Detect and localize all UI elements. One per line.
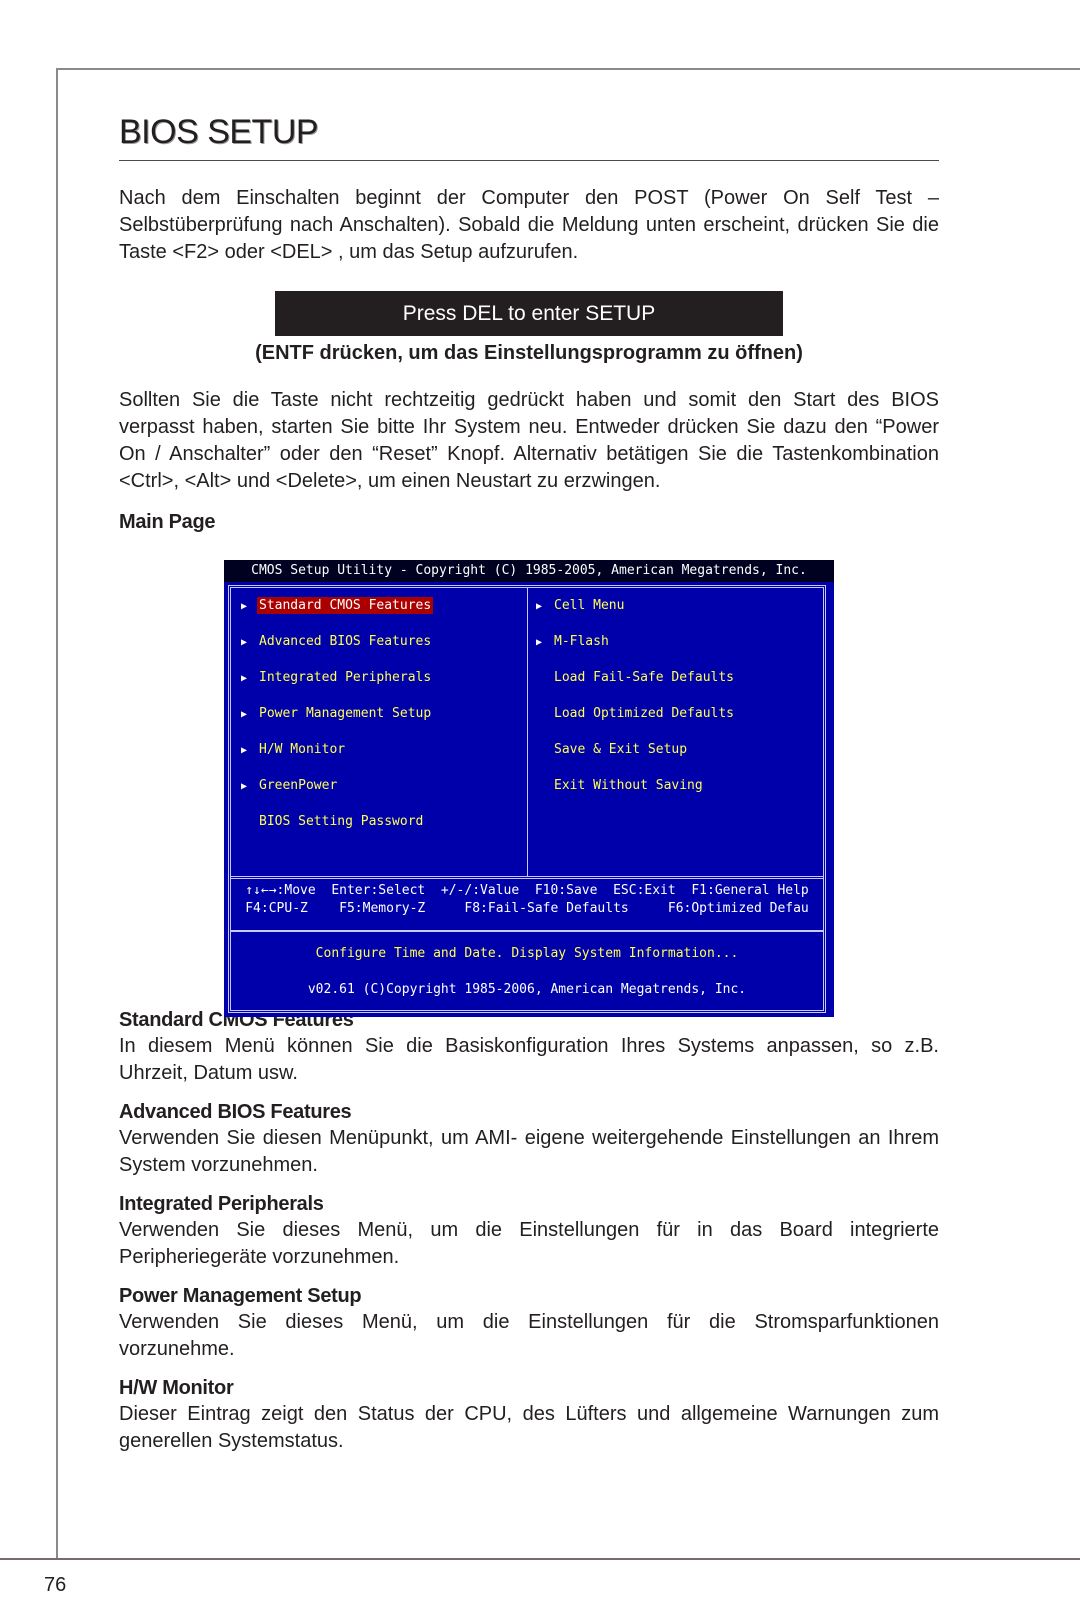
bios-menu-item[interactable]: ▶ M-Flash bbox=[536, 630, 736, 666]
bios-menu-item-label: Load Optimized Defaults bbox=[554, 706, 735, 721]
bios-menu-item-label: GreenPower bbox=[259, 778, 338, 793]
bios-menu-item-label: BIOS Setting Password bbox=[259, 814, 424, 829]
submenu-arrow-icon: ▶ bbox=[536, 637, 543, 648]
press-del-banner: Press DEL to enter SETUP bbox=[275, 291, 783, 336]
bios-menu-item[interactable]: Load Optimized Defaults bbox=[536, 702, 736, 738]
section-heading: Advanced BIOS Features bbox=[119, 1101, 352, 1123]
intro-paragraph: Nach dem Einschalten beginnt der Compute… bbox=[119, 187, 939, 263]
section-advanced-bios: Advanced BIOS Features Verwenden Sie die… bbox=[119, 1099, 939, 1179]
bios-menu-item-label: Exit Without Saving bbox=[554, 778, 703, 793]
section-text: Verwenden Sie dieses Menü, um die Einste… bbox=[119, 1311, 939, 1360]
restart-paragraph: Sollten Sie die Taste nicht rechtzeitig … bbox=[119, 389, 939, 492]
bios-menu-item[interactable]: Exit Without Saving bbox=[536, 774, 736, 810]
submenu-arrow-icon: ▶ bbox=[536, 601, 543, 612]
section-text: Verwenden Sie dieses Menü, um die Einste… bbox=[119, 1219, 939, 1268]
bios-version: v02.61 (C)Copyright 1985-2006, American … bbox=[307, 982, 747, 997]
section-heading: H/W Monitor bbox=[119, 1377, 234, 1399]
page-title: BIOS SETUP bbox=[119, 113, 319, 151]
bios-menu-item-label: Integrated Peripherals bbox=[259, 670, 432, 685]
bios-menu-item-label: Power Management Setup bbox=[259, 706, 432, 721]
press-del-caption: (ENTF drücken, um das Einstellungsprogra… bbox=[255, 342, 803, 364]
page-frame-left bbox=[56, 68, 58, 1559]
bios-screenshot: CMOS Setup Utility - Copyright (C) 1985-… bbox=[224, 560, 834, 1017]
section-power-management: Power Management Setup Verwenden Sie die… bbox=[119, 1283, 939, 1363]
submenu-arrow-icon: ▶ bbox=[241, 601, 248, 612]
bios-menu-frame: ▶ Standard CMOS Features ▶ Advanced BIOS Fe… bbox=[228, 585, 826, 1013]
section-integrated-peripherals: Integrated Peripherals Verwenden Sie die… bbox=[119, 1191, 939, 1271]
bios-menu-item-label: Cell Menu bbox=[554, 598, 625, 613]
bios-column-divider bbox=[527, 588, 528, 876]
bios-menu-item[interactable]: Save & Exit Setup bbox=[536, 738, 736, 774]
page-number: 76 bbox=[44, 1574, 67, 1596]
bios-menu-item-label: Standard CMOS Features bbox=[257, 597, 434, 614]
page-frame-bottom bbox=[0, 1558, 1080, 1560]
bios-menu-item-label: Save & Exit Setup bbox=[554, 742, 688, 757]
section-heading: Integrated Peripherals bbox=[119, 1193, 324, 1215]
main-page-label: Main Page bbox=[119, 511, 216, 533]
bios-title-bar: CMOS Setup Utility - Copyright (C) 1985-… bbox=[224, 560, 834, 582]
section-heading: Power Management Setup bbox=[119, 1285, 362, 1307]
bios-menu-item[interactable]: ▶ H/W Monitor bbox=[241, 738, 433, 774]
page-frame-top bbox=[56, 68, 1080, 70]
bios-menu-item[interactable]: ▶ Power Management Setup bbox=[241, 702, 433, 738]
title-rule bbox=[119, 160, 939, 161]
bios-divider bbox=[231, 876, 823, 879]
section-hw-monitor: H/W Monitor Dieser Eintrag zeigt den Sta… bbox=[119, 1375, 939, 1455]
section-text: Dieser Eintrag zeigt den Status der CPU,… bbox=[119, 1403, 939, 1452]
section-standard-cmos: Standard CMOS Features In diesem Menü kö… bbox=[119, 1007, 939, 1087]
bios-right-menu: ▶ Cell Menu ▶ M-Flash Load Fail-Safe Default… bbox=[536, 594, 736, 810]
bios-menu-item-label: Advanced BIOS Features bbox=[259, 634, 432, 649]
bios-menu-item[interactable]: ▶ GreenPower bbox=[241, 774, 433, 810]
bios-menu-item-label: H/W Monitor bbox=[259, 742, 346, 757]
bios-left-menu: ▶ Standard CMOS Features ▶ Advanced BIOS Fe… bbox=[241, 594, 434, 846]
bios-menu-item[interactable]: Load Fail-Safe Defaults bbox=[536, 666, 736, 702]
submenu-arrow-icon: ▶ bbox=[241, 709, 248, 720]
submenu-arrow-icon: ▶ bbox=[241, 781, 248, 792]
bios-menu-item[interactable]: BIOS Setting Password bbox=[241, 810, 433, 846]
bios-item-description: Configure Time and Date. Display System … bbox=[315, 946, 739, 961]
bios-key-line-1: ↑↓←→:Move Enter:Select +/-/:Value F10:Sa… bbox=[245, 883, 809, 898]
bios-divider bbox=[231, 930, 823, 932]
bios-menu-item-label: M-Flash bbox=[554, 634, 609, 649]
section-text: Verwenden Sie diesen Menüpunkt, um AMI- … bbox=[119, 1127, 939, 1176]
bios-menu-item[interactable]: ▶ Standard CMOS Features bbox=[241, 594, 434, 630]
bios-menu-item[interactable]: ▶ Cell Menu bbox=[536, 594, 736, 630]
submenu-arrow-icon: ▶ bbox=[241, 673, 248, 684]
bios-key-legend: ↑↓←→:Move Enter:Select +/-/:Value F10:Sa… bbox=[231, 882, 823, 918]
bios-key-line-2: F4:CPU-Z F5:Memory-Z F8:Fail-Safe Defaul… bbox=[245, 901, 809, 916]
section-text: In diesem Menü können Sie die Basiskonfi… bbox=[119, 1035, 939, 1084]
bios-menu-item[interactable]: ▶ Integrated Peripherals bbox=[241, 666, 433, 702]
bios-menu-item-label: Load Fail-Safe Defaults bbox=[554, 670, 735, 685]
submenu-arrow-icon: ▶ bbox=[241, 745, 248, 756]
bios-menu-item[interactable]: ▶ Advanced BIOS Features bbox=[241, 630, 433, 666]
submenu-arrow-icon: ▶ bbox=[241, 637, 248, 648]
